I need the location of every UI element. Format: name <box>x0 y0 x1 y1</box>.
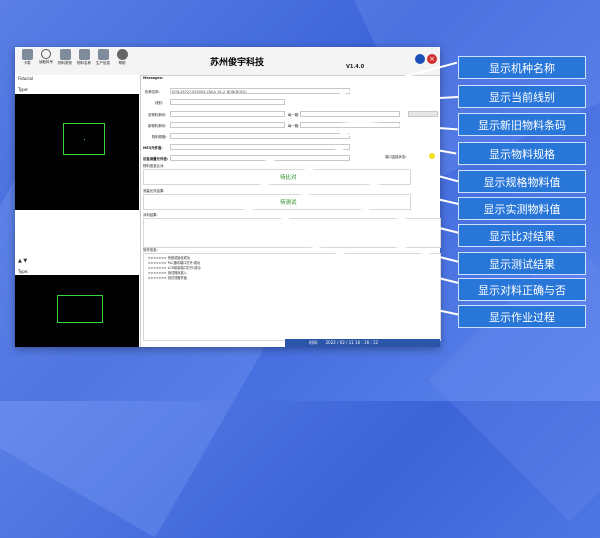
result-label: 对料结果: <box>143 213 158 217</box>
help-icon <box>116 49 128 60</box>
callout-test: 显示测试结果 <box>458 252 586 275</box>
line-field[interactable] <box>170 99 285 105</box>
version-label: V1.4.0 <box>346 64 365 70</box>
minimize-button[interactable] <box>415 54 425 64</box>
new-code-field[interactable] <box>170 122 285 128</box>
log-label: 操作信息: <box>143 248 158 252</box>
fiducial-label: Fiducial <box>18 76 34 81</box>
app-window: 卡零 读取料号 物料类别 物料名称 生产信息 帮助 苏州俊宇科技 V1.4.0 … <box>15 47 441 347</box>
spec-field[interactable] <box>170 133 350 139</box>
close-button[interactable]: × <box>427 54 437 64</box>
time-label: 时间: <box>309 340 319 345</box>
old-code-field[interactable] <box>170 111 285 117</box>
info-panel: Messages: 机种名称: ECN-29727-EZ0005-CNLA_V1… <box>142 75 441 347</box>
toolbar-item-read[interactable]: 读取料号 <box>37 49 55 65</box>
view-splitter[interactable]: ▲ ▼ <box>18 258 27 264</box>
device-label: 端口连接状态: <box>385 155 407 159</box>
model-field[interactable]: ECN-29727-EZ0005-CNLA_V1.2_BON(DOE2) <box>170 88 350 94</box>
model-label: 机种名称: <box>145 90 160 94</box>
result-box <box>143 218 441 248</box>
callout-spec-value: 显示规格物料值 <box>458 170 586 193</box>
line-label: 线别: <box>155 101 163 105</box>
count-label-2: 每一箱: <box>288 124 300 128</box>
callout-line: 显示当前线别 <box>458 85 586 108</box>
measured-label: 设备测量元件值: <box>143 157 169 161</box>
type-label: Type: <box>18 87 29 92</box>
user-icon <box>78 49 90 60</box>
callout-compare: 显示比对结果 <box>458 224 586 247</box>
monitor-icon <box>59 49 71 60</box>
test-status: 待测试 <box>280 200 297 206</box>
count-field-1[interactable] <box>300 111 400 117</box>
camera-view-bottom[interactable] <box>15 275 139 347</box>
app-title: 苏州俊宇科技 <box>210 58 265 68</box>
zero-icon <box>21 49 33 60</box>
toolbar-item-help[interactable]: 帮助 <box>113 49 131 66</box>
test-result-box <box>143 194 411 210</box>
toolbar-item-zero[interactable]: 卡零 <box>18 49 36 66</box>
spec-value-field[interactable] <box>170 144 350 150</box>
log-line: >>>>>>> 测试流程开始 <box>148 276 187 280</box>
search-icon <box>41 49 51 59</box>
old-code-label: 旧物料条码: <box>148 113 167 117</box>
callout-process: 显示作业过程 <box>458 305 586 328</box>
status-bar: 时间: 2022 / 02 / 11 16 : 16 : 12 <box>285 339 440 347</box>
datetime-value: 2022 / 02 / 11 16 : 16 : 12 <box>325 340 379 345</box>
spec-value-label: MES元件值: <box>143 146 163 150</box>
count-label-1: 每一箱: <box>288 113 300 117</box>
camera-view-top[interactable] <box>15 94 139 210</box>
compare-status: 待比对 <box>280 175 297 181</box>
roi-center <box>84 139 85 140</box>
spec-label: 物料规格: <box>152 135 167 139</box>
callout-model: 显示机种名称 <box>458 56 586 79</box>
toolbar-item-name[interactable]: 物料名称 <box>75 49 93 66</box>
callout-spec: 显示物料规格 <box>458 142 586 165</box>
callout-result: 显示对料正确与否 <box>458 278 586 301</box>
roi-box <box>63 123 105 155</box>
roi-box <box>57 295 103 323</box>
compare-label: 物料信息比对: <box>143 164 165 168</box>
toolbar-item-production[interactable]: 生产信息 <box>94 49 112 66</box>
new-code-label: 新物料条码: <box>148 124 167 128</box>
toolbar-item-category[interactable]: 物料类别 <box>56 49 74 66</box>
status-indicator <box>429 153 435 159</box>
callout-codes: 显示新旧物料条码 <box>458 113 586 136</box>
messages-label: Messages: <box>143 76 164 80</box>
toolbar: 卡零 读取料号 物料类别 物料名称 生产信息 帮助 苏州俊宇科技 V1.4.0 … <box>15 47 440 76</box>
settings-icon <box>97 49 109 60</box>
action-button[interactable] <box>408 111 438 117</box>
type-label-bottom: Type: <box>18 269 29 274</box>
callout-measured: 显示实测物料值 <box>458 197 586 220</box>
test-label: 测量元件结果: <box>143 189 165 193</box>
camera-panel: Fiducial Type: ▲ ▼ Type: <box>15 75 141 347</box>
